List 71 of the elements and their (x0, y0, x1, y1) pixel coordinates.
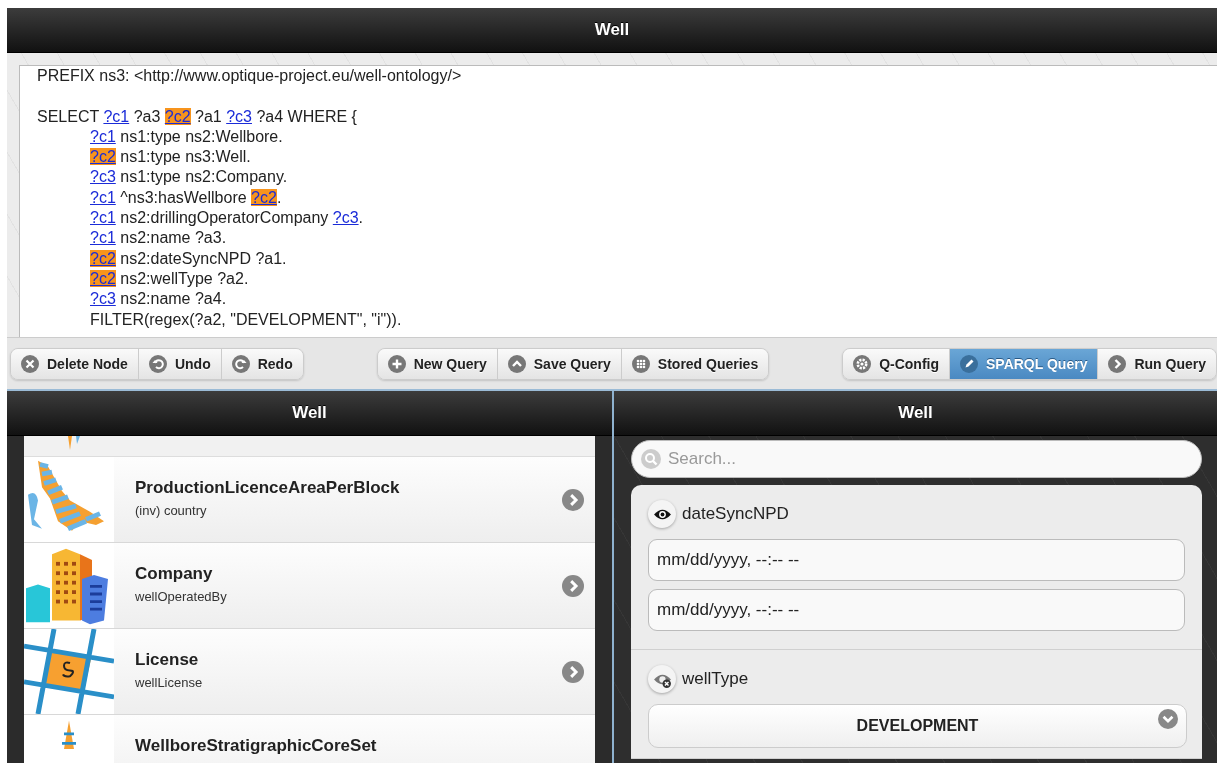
header-title: Well (292, 403, 327, 423)
list-row[interactable]: License wellLicense (24, 629, 595, 715)
plus-icon (387, 354, 406, 373)
variable-link[interactable]: ?c2 (90, 269, 116, 287)
toolbar-button[interactable]: Stored Queries (621, 348, 769, 379)
code-line: ?c1 ns2:name ?a3. (89, 228, 228, 249)
date-field[interactable]: mm/dd/yyyy, --:-- -- (648, 589, 1185, 631)
header-title: Well (898, 403, 933, 423)
settings-icon (853, 354, 872, 373)
variable-link[interactable]: ?c3 (226, 107, 252, 125)
code-line: SELECT ?c1 ?a3 ?c2 ?a1 ?c3 ?a4 WHERE { (37, 106, 358, 127)
code-line: FILTER(regex(?a2, "DEVELOPMENT", "i")). (89, 309, 403, 330)
toolbar-button[interactable]: Redo (221, 348, 303, 379)
code-line: ?c2 ns2:dateSyncNPD ?a1. (89, 248, 288, 269)
eye-icon[interactable] (648, 500, 676, 528)
variable-link[interactable]: ?c1 (90, 209, 116, 227)
chevron-up-icon (507, 354, 526, 373)
code-line: ?c2 ns2:wellType ?a2. (89, 268, 250, 289)
date-field[interactable]: mm/dd/yyyy, --:-- -- (648, 539, 1185, 581)
toolbar-button[interactable]: New Query (377, 348, 498, 379)
close-icon (21, 354, 39, 373)
chevron-right-icon (562, 575, 584, 597)
search-icon (641, 449, 661, 469)
eye-crossed-icon[interactable] (648, 665, 676, 693)
undo-icon (148, 354, 167, 373)
grid-icon (631, 354, 650, 373)
item-subtitle: wellLicense (135, 675, 203, 690)
item-title: ProductionLicenceAreaPerBlock (135, 478, 400, 498)
chevron-down-icon (1158, 709, 1178, 729)
item-title: Company (135, 564, 213, 584)
code-line: ?c1 ^ns3:hasWellbore ?c2. (89, 187, 283, 208)
toolbar-button[interactable]: Run Query (1098, 348, 1216, 379)
redo-icon (231, 354, 250, 373)
variable-link[interactable]: ?c1 (90, 127, 116, 145)
variable-link[interactable]: ?c3 (332, 209, 359, 227)
header-title: Well (594, 20, 630, 40)
variable-link[interactable]: ?c2 (90, 148, 116, 166)
code-line: ?c1 ns1:type ns2:Wellbore. (89, 126, 284, 147)
toolbar-button[interactable]: Save Query (497, 348, 622, 379)
chevron-right-icon (1108, 354, 1127, 373)
variable-link[interactable]: ?c2 (251, 188, 277, 206)
code-line: ?c2 ns1:type ns3:Well. (89, 147, 252, 168)
search-field[interactable]: Search... (631, 440, 1202, 478)
variable-link[interactable]: ?c1 (90, 229, 116, 247)
list-row[interactable]: Company wellOperatedBy (24, 543, 595, 629)
variable-link[interactable]: ?c1 (103, 107, 130, 125)
chevron-right-icon (562, 489, 584, 511)
code-line: PREFIX ns3: <http://www.optique-project.eu/well-ontology/> (37, 66, 463, 86)
variable-link[interactable]: ?c2 (90, 249, 116, 267)
item-subtitle: (inv) country (135, 503, 207, 518)
toolbar-button[interactable]: Undo (138, 348, 222, 379)
list-row[interactable]: WellboreStratigraphicCoreSet (24, 715, 595, 763)
chevron-right-icon (562, 661, 584, 683)
variable-link[interactable]: ?c3 (90, 290, 116, 308)
code-line: ?c3 ns2:name ?a4. (89, 289, 228, 310)
query-editor[interactable] (19, 65, 1217, 337)
toolbar-button[interactable]: Q-Config (843, 348, 950, 379)
item-title: License (135, 650, 199, 670)
code-line: ?c3 ns1:type ns2:Company. (89, 167, 289, 188)
item-subtitle: wellOperatedBy (135, 589, 227, 604)
facet-label: wellType (682, 669, 749, 689)
item-title: WellboreStratigraphicCoreSet (135, 736, 377, 756)
toolbar-button[interactable]: Delete Node (11, 348, 139, 379)
list-row[interactable]: ProductionLicenceAreaPerBlock (inv) country (24, 457, 595, 543)
pencil-icon (960, 354, 978, 373)
variable-link[interactable]: ?c3 (90, 168, 116, 186)
code-line: ?c1 ns2:drillingOperatorCompany ?c3. (89, 208, 365, 229)
variable-link[interactable]: ?c1 (90, 188, 116, 206)
facet-label: dateSyncNPD (682, 504, 789, 524)
select-dropdown[interactable]: DEVELOPMENT (648, 704, 1187, 748)
variable-link[interactable]: ?c2 (164, 107, 191, 125)
